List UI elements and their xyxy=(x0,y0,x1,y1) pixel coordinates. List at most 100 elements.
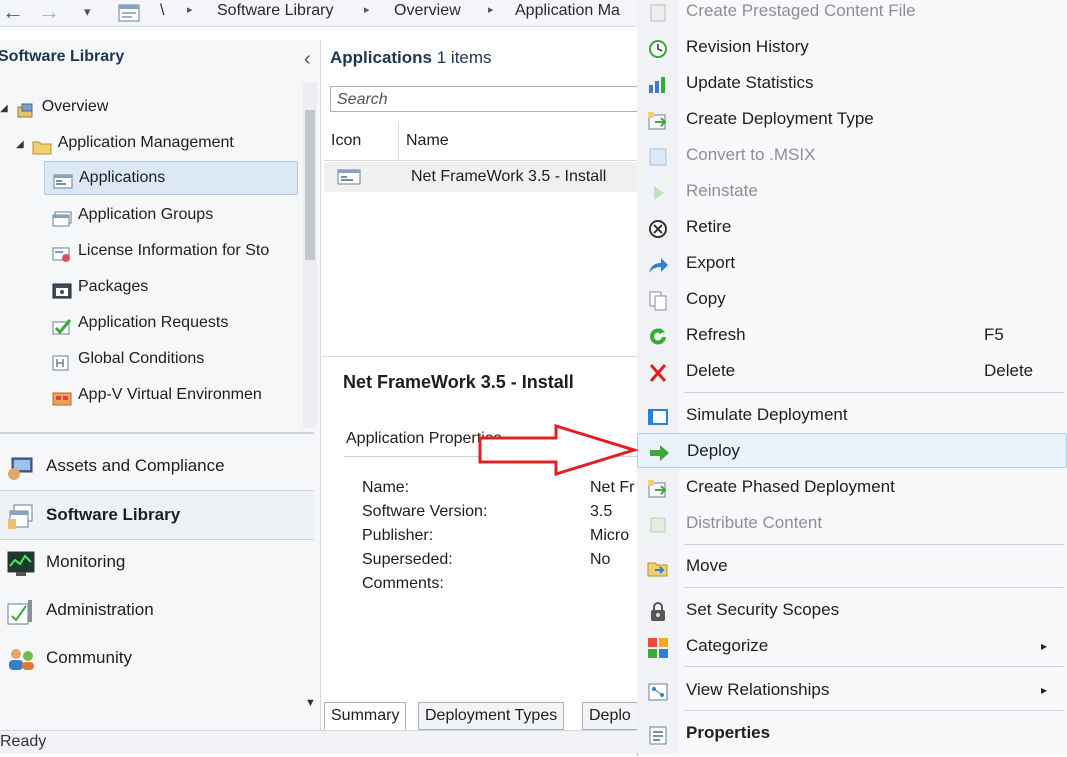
grid-header xyxy=(324,122,642,161)
expand-arrow-icon[interactable]: ◢ xyxy=(16,139,24,150)
menu-item-move[interactable]: Move xyxy=(637,549,1067,583)
row-name-cell[interactable]: Net FrameWork 3.5 - Install xyxy=(411,168,606,186)
tree-item-application-requests[interactable]: Application Requests xyxy=(52,306,228,340)
workspace-administration[interactable]: Administration xyxy=(0,586,314,634)
menu-item-label: Create Prestaged Content File xyxy=(686,1,916,20)
tree-item-label: Application Requests xyxy=(78,314,229,331)
software-library-icon xyxy=(6,502,36,530)
tree-item-label: App-V Virtual Environmen xyxy=(78,386,262,403)
tree-item-application-groups[interactable]: Application Groups xyxy=(52,198,213,232)
menu-separator xyxy=(684,666,1064,667)
results-title: Applications 1 items xyxy=(330,48,492,68)
breadcrumb-sep-icon[interactable]: ▸ xyxy=(187,3,193,16)
package-icon xyxy=(52,278,72,299)
deploy-icon xyxy=(648,441,670,461)
menu-item-view-relationships[interactable]: View Relationships ▸ xyxy=(637,673,1067,707)
tree-item-label: License Information for Sto xyxy=(78,242,270,259)
menu-item-label: Simulate Deployment xyxy=(686,405,848,424)
categorize-icon xyxy=(647,636,669,658)
reinstate-icon xyxy=(647,181,669,201)
property-label-comments: Comments: xyxy=(362,575,444,592)
tree-scrollbar-thumb[interactable] xyxy=(305,110,315,260)
menu-item-deploy[interactable]: Deploy xyxy=(637,433,1067,468)
menu-item-convert-to-msix[interactable]: Convert to .MSIX xyxy=(637,138,1067,172)
tab-summary[interactable]: Summary xyxy=(324,702,407,730)
tree-item-global-conditions[interactable]: Global Conditions xyxy=(52,342,204,376)
tree-item-applications[interactable]: Applications xyxy=(44,161,298,195)
workspace-label: Administration xyxy=(46,600,154,619)
console-icon[interactable] xyxy=(118,4,140,22)
workspace-community[interactable]: Community xyxy=(0,634,314,682)
menu-item-delete[interactable]: Delete Delete xyxy=(637,354,1067,388)
workspace-label: Assets and Compliance xyxy=(46,456,225,475)
search-input[interactable]: Search xyxy=(330,86,640,112)
property-value-superseded: No xyxy=(590,551,611,568)
menu-item-export[interactable]: Export xyxy=(637,246,1067,280)
tree-item-label: Overview xyxy=(41,98,109,115)
tree-item-cutoff xyxy=(52,418,292,428)
msix-icon xyxy=(647,145,669,166)
menu-item-set-security-scopes[interactable]: Set Security Scopes xyxy=(637,593,1067,627)
column-divider[interactable] xyxy=(398,122,399,160)
breadcrumb-root[interactable]: \ xyxy=(160,2,164,20)
property-value-version: 3.5 xyxy=(590,503,613,520)
expand-arrow-icon[interactable]: ◢ xyxy=(0,103,8,114)
menu-item-label: Delete xyxy=(686,361,736,380)
menu-item-label: Reinstate xyxy=(686,181,758,200)
breadcrumb-application-management[interactable]: Application Ma xyxy=(515,2,620,20)
workspace-label: Monitoring xyxy=(46,552,126,571)
prestaged-content-icon xyxy=(647,1,669,22)
menu-item-properties[interactable]: Properties xyxy=(637,716,1067,750)
community-icon xyxy=(6,645,36,673)
status-text: Ready xyxy=(0,733,47,750)
breadcrumb-sep-icon[interactable]: ▸ xyxy=(488,3,494,16)
menu-separator xyxy=(684,392,1064,393)
tree-item-appv-environments[interactable]: App-V Virtual Environmen xyxy=(52,378,262,412)
detail-splitter[interactable] xyxy=(322,356,640,357)
property-label-publisher: Publisher: xyxy=(362,527,434,544)
license-icon xyxy=(52,242,72,262)
workspace-software-library[interactable]: Software Library xyxy=(0,490,314,540)
menu-item-simulate-deployment[interactable]: Simulate Deployment xyxy=(637,398,1067,432)
menu-item-label: Retire xyxy=(686,217,732,236)
menu-item-revision-history[interactable]: Revision History xyxy=(637,30,1067,64)
workspace-overflow-icon[interactable]: ▼ xyxy=(305,697,316,709)
pane-splitter[interactable] xyxy=(0,432,314,434)
results-count: 1 items xyxy=(436,48,492,67)
submenu-arrow-icon: ▸ xyxy=(1041,639,1048,653)
distribute-icon xyxy=(647,513,669,533)
back-button[interactable]: ← xyxy=(2,0,24,26)
menu-item-label: Deploy xyxy=(687,441,740,460)
menu-item-update-statistics[interactable]: Update Statistics xyxy=(637,66,1067,100)
column-header-name[interactable]: Name xyxy=(406,132,449,150)
move-icon xyxy=(647,556,669,577)
menu-item-refresh[interactable]: Refresh F5 xyxy=(637,318,1067,352)
breadcrumb-overview[interactable]: Overview xyxy=(394,2,461,20)
tree-item-label: Global Conditions xyxy=(78,350,205,367)
menu-item-copy[interactable]: Copy xyxy=(637,282,1067,316)
menu-item-distribute-content[interactable]: Distribute Content xyxy=(637,506,1067,540)
tab-deployment-types[interactable]: Deployment Types xyxy=(418,702,565,730)
history-dropdown[interactable]: ▾ xyxy=(84,4,91,20)
tree-item-overview[interactable]: ◢ Overview xyxy=(0,90,108,124)
collapse-pane-button[interactable]: ‹ xyxy=(304,48,311,71)
tab-deployments[interactable]: Deplo xyxy=(582,702,637,730)
breadcrumb-sep-icon[interactable]: ▸ xyxy=(364,3,370,16)
relationships-icon xyxy=(647,680,669,701)
menu-item-retire[interactable]: Retire xyxy=(637,210,1067,244)
workspace-assets-and-compliance[interactable]: Assets and Compliance xyxy=(0,442,314,490)
forward-button[interactable]: → xyxy=(38,0,60,26)
tree-item-packages[interactable]: Packages xyxy=(52,270,148,304)
tree-item-license-information[interactable]: License Information for Sto xyxy=(52,234,269,268)
menu-item-create-phased-deployment[interactable]: Create Phased Deployment xyxy=(637,470,1067,504)
property-label-version: Software Version: xyxy=(362,503,488,520)
menu-item-categorize[interactable]: Categorize ▸ xyxy=(637,629,1067,663)
menu-item-create-deployment-type[interactable]: Create Deployment Type xyxy=(637,102,1067,136)
property-value-publisher: Micro xyxy=(590,527,630,544)
menu-item-create-prestaged-content-file[interactable]: Create Prestaged Content File xyxy=(637,0,1067,28)
tree-item-application-management[interactable]: ◢ Application Management xyxy=(16,126,234,160)
workspace-monitoring[interactable]: Monitoring xyxy=(0,538,314,586)
breadcrumb-software-library[interactable]: Software Library xyxy=(217,2,334,20)
column-header-icon[interactable]: Icon xyxy=(331,132,361,150)
menu-item-reinstate[interactable]: Reinstate xyxy=(637,174,1067,208)
